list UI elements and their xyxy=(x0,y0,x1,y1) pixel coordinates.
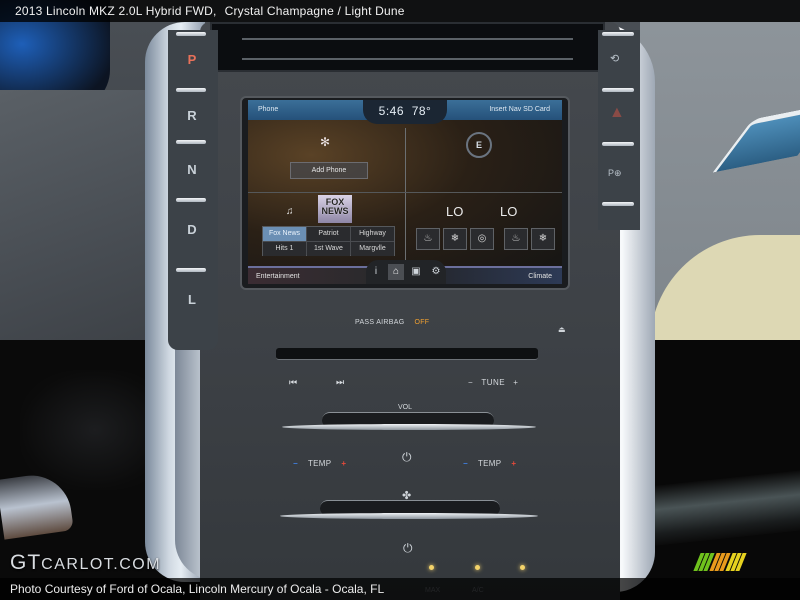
preset-button[interactable]: Highway xyxy=(351,227,394,241)
indicator-led xyxy=(475,565,480,570)
bluetooth-settings-icon: ✻ xyxy=(320,135,331,149)
vehicle-title: 2013 Lincoln MKZ 2.0L Hybrid FWD, xyxy=(15,4,217,18)
radio-station-logo: FOX NEWS xyxy=(318,195,352,223)
driver-temp-control: − TEMP + xyxy=(293,459,346,468)
passenger-temp-up-button[interactable]: + xyxy=(511,459,516,468)
gear-button-l[interactable]: L xyxy=(174,292,210,307)
preset-button[interactable]: Margvlle xyxy=(351,242,394,256)
passenger-temp-down-button[interactable]: − xyxy=(463,459,468,468)
site-logo-stripes xyxy=(693,553,747,571)
photo-credit-caption: Photo Courtesy of Ford of Ocala, Lincoln… xyxy=(0,578,800,600)
cd-slot xyxy=(276,348,538,360)
screen-nav-tabs: i ⌂ ▣ ⚙ xyxy=(366,260,446,284)
driver-temp-up-button[interactable]: + xyxy=(341,459,346,468)
previous-track-icon[interactable]: ⏮ xyxy=(289,377,297,388)
logo-stripe-group xyxy=(693,553,715,571)
preset-button[interactable]: Fox News xyxy=(263,227,306,241)
preset-button[interactable]: 1st Wave xyxy=(307,242,350,256)
heated-seat-icon[interactable]: ♨ xyxy=(416,228,440,250)
clock-time: 5:46 xyxy=(378,104,405,118)
speaker-icon: ♫ xyxy=(286,206,294,217)
tune-control: − TUNE + xyxy=(468,378,518,387)
hazard-icon[interactable]: ▲ xyxy=(609,104,625,122)
sync-touchscreen: Phone Insert Nav SD Card 5:46 78° ✻ Add … xyxy=(248,100,562,284)
logo-stripe-group xyxy=(709,553,731,571)
vehicle-colors: Crystal Champagne / Light Dune xyxy=(224,4,405,18)
quadrant-divider-vertical xyxy=(405,128,406,270)
driver-temp-setting: LO xyxy=(446,204,464,219)
driver-temp-down-button[interactable]: − xyxy=(293,459,298,468)
car-interior-photo: P R N D L ⟲ ▲ P⊕ Phone Insert Nav SD Car… xyxy=(0,0,800,600)
eject-icon[interactable]: ⏏ xyxy=(558,325,566,334)
clock-temp-display: 5:46 78° xyxy=(363,100,447,124)
tune-up-button[interactable]: + xyxy=(513,378,518,387)
info-icon[interactable]: i xyxy=(368,264,384,280)
indicator-led xyxy=(429,565,434,570)
next-track-icon[interactable]: ⏭ xyxy=(336,377,344,388)
cooled-seat-icon[interactable]: ❄ xyxy=(443,228,467,250)
heated-seat-icon[interactable]: ♨ xyxy=(504,228,528,250)
compass-icon[interactable]: E xyxy=(466,132,492,158)
passenger-temp-setting: LO xyxy=(500,204,518,219)
watermark-small: CARLOT.COM xyxy=(41,556,162,573)
fan-trim xyxy=(280,513,538,519)
quadrant-divider-horizontal xyxy=(248,192,562,193)
preset-button[interactable]: Patriot xyxy=(307,227,350,241)
temp-label: TEMP xyxy=(307,459,332,468)
phone-quadrant-label[interactable]: Phone xyxy=(258,106,278,113)
radio-presets: Fox News Patriot Highway Hits 1 1st Wave… xyxy=(262,226,395,256)
radio-logo-line2: NEWS xyxy=(321,206,349,216)
gear-button-d[interactable]: D xyxy=(174,222,210,237)
photo-title-caption: 2013 Lincoln MKZ 2.0L Hybrid FWD, Crystal… xyxy=(0,0,800,22)
airbag-label: PASS AIRBAG xyxy=(355,319,405,326)
watermark-big: GT xyxy=(10,551,42,574)
park-assist-icon[interactable]: P⊕ xyxy=(608,168,622,179)
right-button-column: ⟲ ▲ P⊕ xyxy=(598,30,640,230)
phone-contact-icon[interactable]: ▣ xyxy=(408,264,424,280)
gear-button-r[interactable]: R xyxy=(174,108,210,123)
climate-power-icon[interactable]: ⏻ xyxy=(403,541,413,556)
gear-button-n[interactable]: N xyxy=(174,162,210,177)
power-icon[interactable]: ⏻ xyxy=(402,450,412,465)
heated-steering-icon[interactable]: ◎ xyxy=(470,228,494,250)
tune-label: TUNE xyxy=(481,378,506,387)
seat-climate-buttons: ♨ ❄ ◎ ♨ ❄ xyxy=(416,228,555,250)
volume-label: VOL xyxy=(398,404,413,411)
temp-label: TEMP xyxy=(477,459,502,468)
passenger-airbag-indicator: PASS AIRBAG OFF xyxy=(355,319,429,326)
preset-button[interactable]: Hits 1 xyxy=(263,242,306,256)
indicator-led xyxy=(520,565,525,570)
home-icon[interactable]: ⌂ xyxy=(388,264,404,280)
entertainment-quadrant-label[interactable]: Entertainment xyxy=(256,273,300,280)
passenger-temp-control: − TEMP + xyxy=(463,459,516,468)
tune-down-button[interactable]: − xyxy=(468,378,473,387)
settings-icon[interactable]: ⚙ xyxy=(428,264,444,280)
photo-credit: Photo Courtesy of Ford of Ocala, Lincoln… xyxy=(10,582,385,596)
gear-button-p[interactable]: P xyxy=(174,52,210,67)
climate-quadrant-label[interactable]: Climate xyxy=(528,273,552,280)
steering-assist-icon[interactable]: ⟲ xyxy=(610,52,619,65)
center-air-vent xyxy=(210,22,605,72)
volume-trim xyxy=(282,424,536,430)
site-watermark: GTCARLOT.COM xyxy=(10,551,161,575)
nav-quadrant-label[interactable]: Insert Nav SD Card xyxy=(489,106,550,113)
airbag-status: OFF xyxy=(414,319,430,326)
add-phone-button[interactable]: Add Phone xyxy=(290,162,368,179)
outside-temperature: 78° xyxy=(411,104,432,118)
gear-selector: P R N D L xyxy=(168,30,218,350)
logo-stripe-group xyxy=(725,553,747,571)
cooled-seat-icon[interactable]: ❄ xyxy=(531,228,555,250)
